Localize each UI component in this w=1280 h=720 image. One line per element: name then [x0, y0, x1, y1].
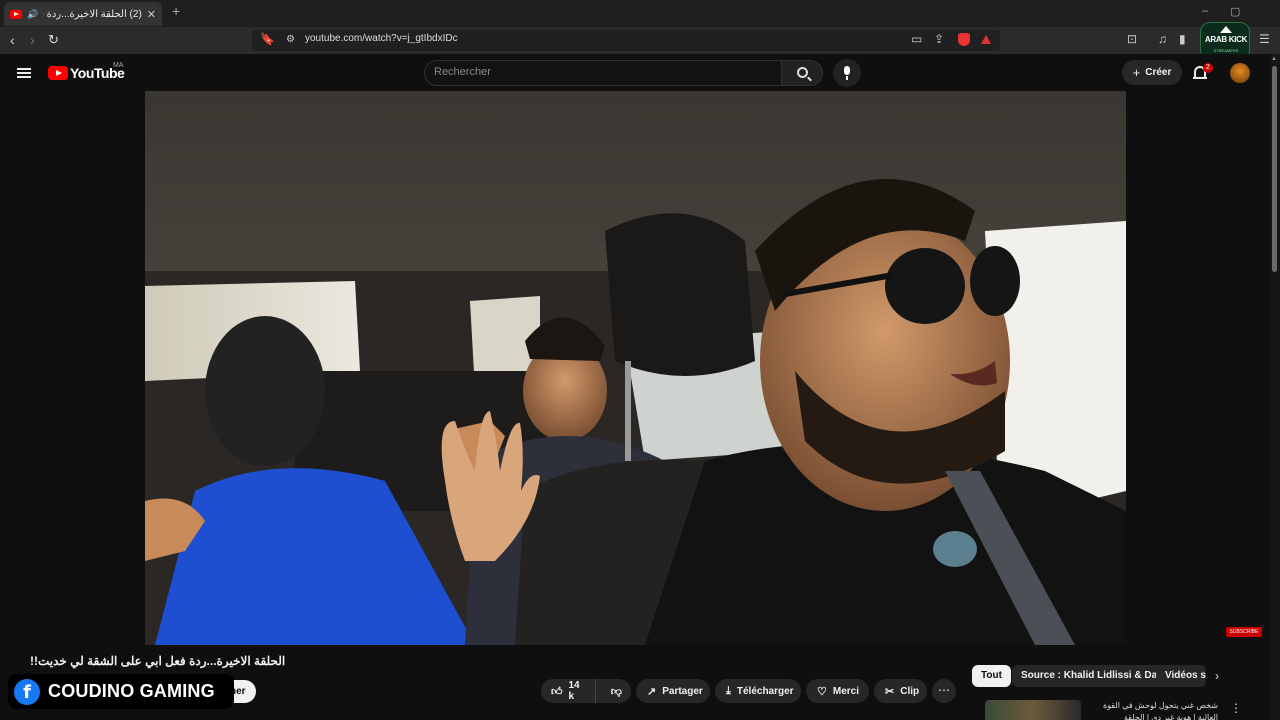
site-info-icon[interactable]: ⚙ — [286, 34, 295, 45]
chip-source[interactable]: Source : Khalid Lidlissi & Dala — [1012, 665, 1175, 687]
search-input[interactable] — [434, 66, 764, 78]
download-button[interactable]: ⤓ Télécharger — [715, 679, 801, 703]
share-button[interactable]: ↗ Partager — [636, 679, 710, 703]
maximize-icon[interactable]: ▢ — [1230, 5, 1240, 18]
chip-all[interactable]: Tout — [972, 665, 1011, 687]
share-page-icon[interactable]: ⇪ — [934, 32, 944, 46]
audio-playing-icon[interactable]: 🔊 — [27, 9, 38, 20]
recommendation-menu-icon[interactable]: ⋮ — [1230, 701, 1242, 715]
watermark-brand-top: ARAB KICK — [1204, 35, 1248, 44]
like-count: 14 k — [568, 680, 580, 702]
clip-label: Clip — [900, 685, 920, 697]
search-button[interactable] — [781, 60, 823, 86]
scroll-up-icon[interactable]: ▲ — [1271, 56, 1277, 62]
chip-related-videos[interactable]: Vidéos su — [1156, 665, 1206, 687]
create-label: Créer — [1145, 67, 1172, 78]
video-frame — [145, 91, 1126, 645]
brave-rewards-icon[interactable] — [981, 35, 991, 44]
like-button[interactable]: 👍︎ 14 k — [541, 679, 596, 703]
youtube-favicon-icon — [10, 9, 22, 19]
bookmark-icon[interactable]: 🔖 — [260, 32, 275, 46]
guide-menu-icon[interactable] — [17, 68, 31, 78]
tab-search-icon[interactable]: ⊡ — [1127, 32, 1137, 46]
download-label: Télécharger — [736, 685, 794, 697]
voice-search-icon[interactable] — [833, 59, 861, 87]
overlay-channel-name: COUDINO GAMING — [48, 681, 215, 701]
minimize-icon[interactable]: – — [1202, 5, 1208, 17]
sidebar-icon[interactable]: ▮ — [1179, 32, 1186, 46]
create-button[interactable]: + Créer — [1122, 60, 1182, 85]
browser-tab-bar: 🔊 (2) الحلقة الاخيرة...ردة فعل ابي ✕ + –… — [0, 0, 1280, 27]
brave-shield-icon[interactable] — [958, 33, 970, 46]
clip-button[interactable]: ✂ Clip — [874, 679, 927, 703]
thumbs-down-icon: 👎︎ — [610, 685, 622, 698]
like-dislike-group: 👍︎ 14 k 👎︎ — [541, 679, 631, 703]
forward-icon[interactable]: › — [30, 32, 35, 48]
crown-icon — [1220, 26, 1232, 33]
scissors-icon: ✂ — [885, 685, 895, 698]
video-player[interactable] — [145, 91, 1126, 645]
notifications-badge: 2 — [1203, 63, 1213, 73]
recommendation-thumbnail[interactable] — [985, 700, 1081, 720]
recommendation-title[interactable]: شخص غني يتحول لوحش في القوة العالية | هو… — [1088, 700, 1218, 720]
reload-icon[interactable]: ↻ — [48, 32, 59, 48]
search-icon — [797, 67, 808, 78]
watermark-brand-bottom: STREAMERS — [1213, 48, 1239, 53]
plus-icon: + — [1132, 65, 1141, 80]
thanks-button[interactable]: ♡ Merci — [806, 679, 869, 703]
browser-menu-icon[interactable]: ☰ — [1259, 32, 1270, 46]
country-code: MA — [113, 62, 124, 69]
search-box[interactable] — [424, 60, 782, 86]
thumbs-up-icon: 👍︎ — [551, 685, 563, 698]
tab-title: (2) الحلقة الاخيرة...ردة فعل ابي — [43, 8, 142, 20]
video-title: الحلقة الاخيرة...ردة فعل ابي على الشقة ل… — [30, 654, 286, 668]
youtube-logo-icon[interactable] — [48, 66, 68, 80]
browser-toolbar: ‹ › ↻ — [0, 27, 1280, 54]
share-icon: ↗ — [647, 685, 657, 698]
back-icon[interactable]: ‹ — [10, 32, 15, 48]
thanks-icon: ♡ — [817, 685, 827, 698]
media-controls-icon[interactable]: ♫ — [1158, 32, 1167, 46]
tab-close-icon[interactable]: ✕ — [147, 8, 156, 21]
new-tab-button[interactable]: + — [172, 3, 180, 19]
facebook-icon: f — [14, 678, 40, 705]
more-actions-button[interactable]: ⋯ — [932, 679, 956, 703]
thanks-label: Merci — [832, 685, 859, 697]
account-avatar[interactable] — [1230, 63, 1250, 83]
download-icon: ⤓ — [726, 684, 731, 697]
share-label: Partager — [662, 685, 703, 697]
cast-icon[interactable]: ▭ — [911, 32, 922, 46]
coudino-gaming-overlay: f COUDINO GAMING — [8, 674, 234, 709]
video-subscribe-watermark[interactable]: SUBSCRIBE — [1226, 627, 1262, 637]
url-text[interactable]: youtube.com/watch?v=j_gtIbdxIDc — [305, 33, 458, 44]
dislike-button[interactable]: 👎︎ — [602, 679, 631, 703]
chips-next-icon[interactable]: › — [1215, 669, 1219, 683]
scrollbar-thumb[interactable] — [1272, 66, 1277, 272]
browser-tab[interactable]: 🔊 (2) الحلقة الاخيرة...ردة فعل ابي ✕ — [4, 2, 162, 26]
